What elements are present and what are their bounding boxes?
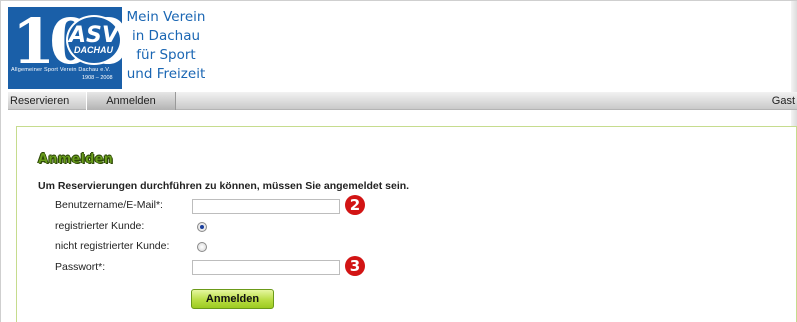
login-submit-button[interactable]: Anmelden	[191, 289, 274, 309]
club-logo[interactable]: 100 ASV DACHAU Allgemeiner Sport Verein …	[8, 7, 208, 89]
nav-item-anmelden[interactable]: Anmelden	[86, 92, 176, 110]
logo-years: 1908 – 2008	[82, 75, 113, 81]
login-title: Anmelden	[38, 152, 114, 167]
site-header: 100 ASV DACHAU Allgemeiner Sport Verein …	[8, 7, 788, 91]
password-input[interactable]	[192, 260, 340, 275]
registered-customer-radio[interactable]	[197, 222, 207, 232]
step-marker-3: 3	[345, 256, 365, 276]
main-nav: Reservieren Anmelden Gast	[8, 92, 797, 110]
step-marker-2: 2	[345, 195, 365, 215]
login-intro: Um Reservierungen durchführen zu können,…	[38, 180, 410, 192]
logo-club-name: Allgemeiner Sport Verein Dachau e.V.	[11, 67, 111, 73]
password-label: Passwort*:	[55, 261, 106, 273]
slogan-line: und Freizeit	[126, 66, 206, 82]
username-label: Benutzername/E-Mail*:	[55, 199, 163, 211]
logo-city: DACHAU	[74, 45, 113, 55]
slogan-line: Mein Verein	[126, 9, 206, 25]
unregistered-customer-radio[interactable]	[197, 242, 207, 252]
username-input[interactable]	[192, 199, 340, 214]
slogan-line: in Dachau	[131, 28, 201, 44]
current-user-label: Gast	[771, 95, 795, 107]
slogan: Mein Verein in Dachau für Sport und Frei…	[124, 8, 208, 84]
slogan-line: für Sport	[136, 47, 196, 63]
unregistered-customer-label: nicht registrierter Kunde:	[55, 240, 170, 252]
registered-customer-label: registrierter Kunde:	[55, 220, 145, 232]
nav-item-reservieren[interactable]: Reservieren	[8, 92, 86, 110]
